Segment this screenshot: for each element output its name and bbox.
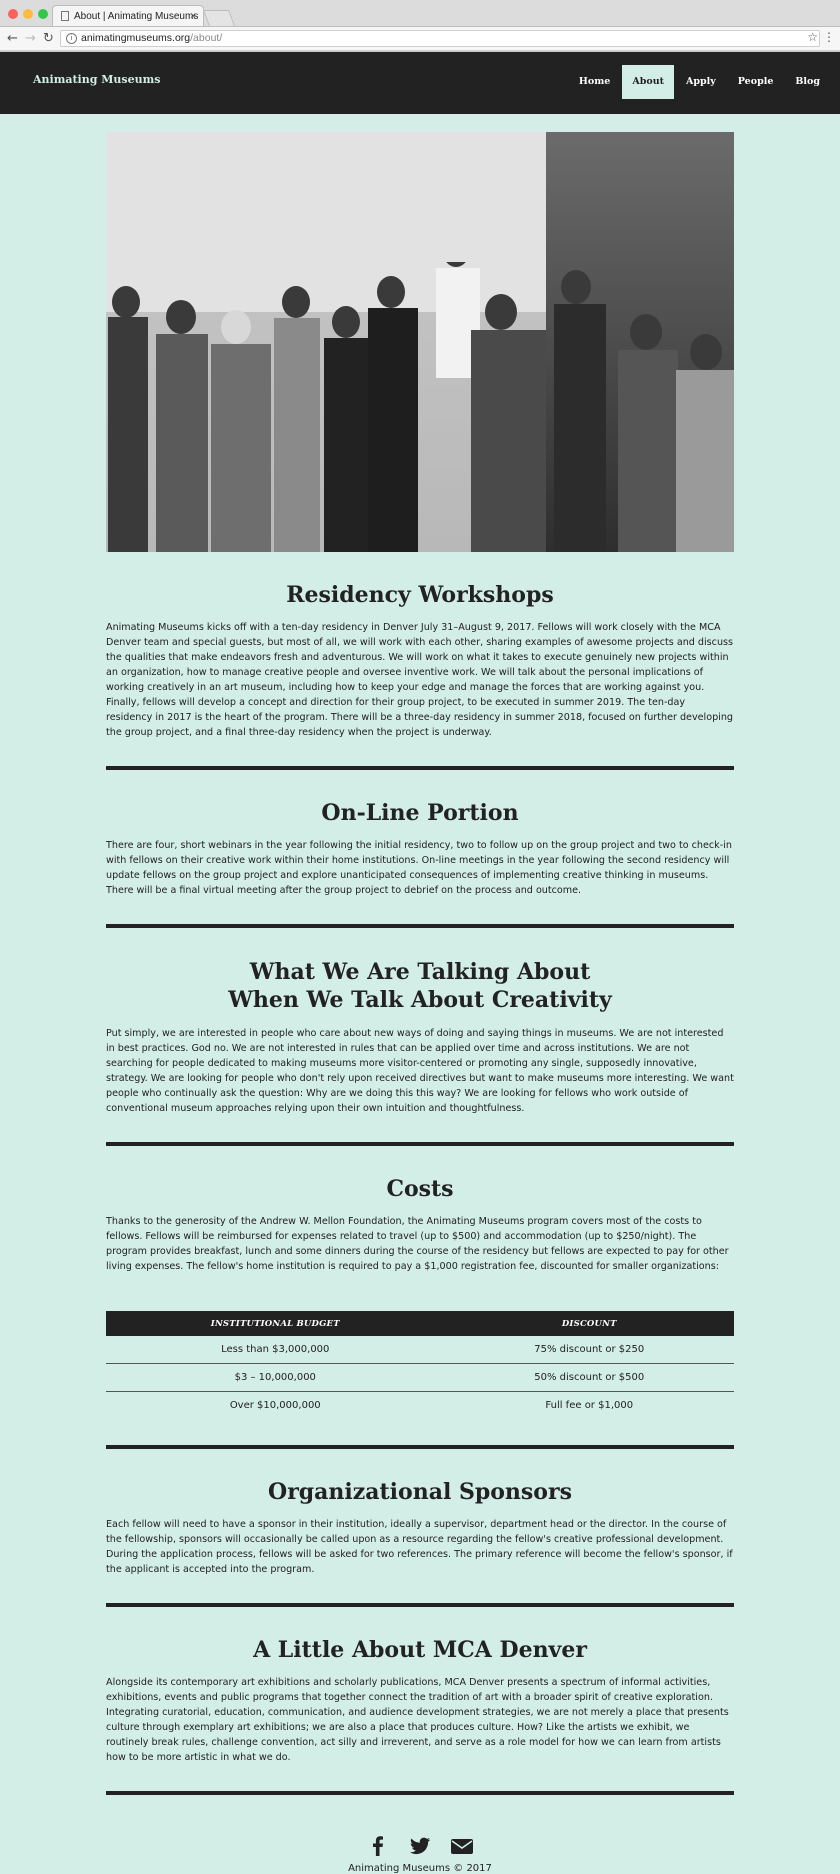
crowd-illustration <box>108 262 734 552</box>
nav-blog[interactable]: Blog <box>785 65 830 99</box>
section-body: Each fellow will need to have a sponsor … <box>106 1519 733 1575</box>
section-body: Alongside its contemporary art exhibitio… <box>106 1677 729 1763</box>
menu-kebab-icon[interactable]: ⋮ <box>823 30 835 44</box>
tab-bar: About | Animating Museums × <box>0 0 840 27</box>
new-tab-button[interactable] <box>203 10 235 26</box>
site-brand[interactable]: Animating Museums <box>33 73 160 86</box>
copyright-text: Animating Museums © 2017 <box>348 1863 492 1874</box>
social-links <box>106 1835 734 1857</box>
table-header-row: Institutional Budget Discount <box>106 1311 734 1336</box>
browser-chrome: About | Animating Museums × ← → ↻ i anim… <box>0 0 840 52</box>
info-icon[interactable]: i <box>66 33 77 44</box>
table-cell: Over $10,000,000 <box>229 1400 321 1411</box>
table-cell: $3 – 10,000,000 <box>106 1363 445 1392</box>
address-bar: ← → ↻ i animatingmuseums.org/about/ ☆ ⋮ <box>0 27 840 51</box>
bookmark-star-icon[interactable]: ☆ <box>807 30 818 44</box>
section-mca-denver: A Little About MCA Denver Alongside its … <box>106 1607 734 1795</box>
forward-icon[interactable]: → <box>25 30 36 47</box>
section-body: There are four, short webinars in the ye… <box>106 840 732 896</box>
section-online: On-Line Portion There are four, short we… <box>106 770 734 928</box>
nav-about[interactable]: About <box>622 65 674 99</box>
main-nav: Home About Apply People Blog <box>567 65 830 99</box>
section-title-line1: What We Are Talking About <box>249 959 591 985</box>
table-row: Less than $3,000,000 75% discount or $25… <box>106 1336 734 1364</box>
table-row: Over $10,000,000 Full fee or $1,000 <box>106 1392 734 1420</box>
table-header: Discount <box>444 1311 734 1336</box>
table-cell: 50% discount or $500 <box>444 1363 734 1392</box>
section-costs: Costs Thanks to the generosity of the An… <box>106 1146 734 1449</box>
tab-close-icon[interactable]: × <box>190 6 196 26</box>
section-title: On-Line Portion <box>321 800 519 826</box>
section-title: A Little About MCA Denver <box>253 1637 587 1663</box>
main-content: Residency Workshops Animating Museums ki… <box>106 132 734 1874</box>
section-title: What We Are Talking About When We Talk A… <box>106 958 734 1014</box>
section-title-line2: When We Talk About Creativity <box>228 987 612 1013</box>
maximize-window-button[interactable] <box>38 9 48 19</box>
minimize-window-button[interactable] <box>23 9 33 19</box>
section-body: Thanks to the generosity of the Andrew W… <box>106 1216 729 1272</box>
twitter-icon[interactable] <box>408 1835 432 1857</box>
facebook-icon[interactable] <box>366 1835 390 1857</box>
nav-apply[interactable]: Apply <box>676 65 726 99</box>
table-cell: 75% discount or $250 <box>444 1336 734 1364</box>
section-body: Animating Museums kicks off with a ten-d… <box>106 622 734 738</box>
section-title: Residency Workshops <box>286 582 554 608</box>
reload-icon[interactable]: ↻ <box>43 30 54 47</box>
section-sponsors: Organizational Sponsors Each fellow will… <box>106 1449 734 1607</box>
table-header: Institutional Budget <box>106 1311 445 1336</box>
tab-title: About | Animating Museums <box>74 11 199 22</box>
site-header: Animating Museums Home About Apply Peopl… <box>0 52 840 114</box>
costs-table: Institutional Budget Discount Less than … <box>106 1311 734 1419</box>
section-residency: Residency Workshops Animating Museums ki… <box>106 552 734 770</box>
email-icon[interactable] <box>450 1835 474 1857</box>
page-icon <box>61 11 69 22</box>
nav-people[interactable]: People <box>728 65 784 99</box>
nav-home[interactable]: Home <box>569 65 620 99</box>
table-row: $3 – 10,000,000 50% discount or $500 <box>106 1363 734 1392</box>
close-window-button[interactable] <box>8 9 18 19</box>
url-input[interactable]: i animatingmuseums.org/about/ <box>60 30 820 47</box>
browser-tab[interactable]: About | Animating Museums × <box>52 5 204 26</box>
url-path: /about/ <box>190 32 223 44</box>
table-cell: Full fee or $1,000 <box>545 1400 634 1411</box>
section-creativity: What We Are Talking About When We Talk A… <box>106 928 734 1146</box>
table-cell: Less than $3,000,000 <box>106 1336 445 1364</box>
hero-photo <box>106 132 734 552</box>
back-icon[interactable]: ← <box>7 30 18 47</box>
section-body: Put simply, we are interested in people … <box>106 1028 734 1114</box>
site-footer: Animating Museums © 2017 <box>106 1795 734 1874</box>
section-title: Organizational Sponsors <box>268 1479 572 1505</box>
url-host: animatingmuseums.org <box>81 32 191 44</box>
section-title: Costs <box>386 1176 454 1202</box>
